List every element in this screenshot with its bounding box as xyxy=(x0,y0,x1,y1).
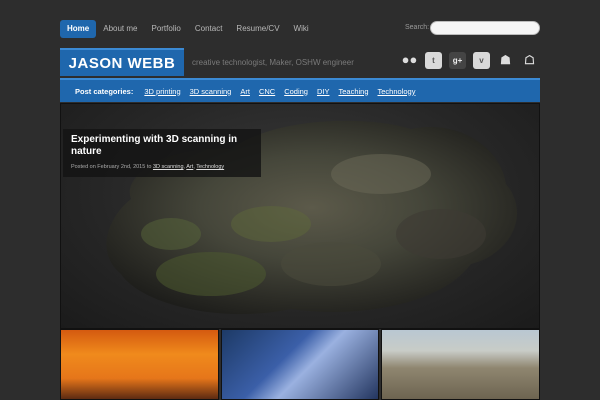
nav-about-me[interactable]: About me xyxy=(96,20,144,38)
category-link[interactable]: 3D scanning xyxy=(190,87,232,96)
post-meta: Posted on February 2nd, 2015 to 3D scann… xyxy=(71,164,225,170)
post-thumbnails xyxy=(60,329,541,400)
category-link[interactable]: Art xyxy=(240,87,250,96)
category-link[interactable]: 3D printing xyxy=(144,87,180,96)
nav-wiki[interactable]: Wiki xyxy=(287,20,316,38)
category-link[interactable]: Teaching xyxy=(338,87,368,96)
post-date: Posted on February 2nd, 2015 to xyxy=(71,164,152,170)
post-thumbnail[interactable] xyxy=(381,329,541,400)
featured-post[interactable]: Experimenting with 3D scanning in nature… xyxy=(60,103,540,329)
category-bar: Post categories: 3D printing 3D scanning… xyxy=(60,78,540,102)
category-link[interactable]: CNC xyxy=(259,87,275,96)
search-label: Search: xyxy=(405,24,430,31)
category-label: Post categories: xyxy=(75,86,134,96)
post-thumbnail[interactable] xyxy=(220,329,380,400)
post-category-link[interactable]: Art xyxy=(186,164,193,170)
site-tagline: creative technologist, Maker, OSHW engin… xyxy=(192,58,354,67)
main-nav: Home About me Portfolio Contact Resume/C… xyxy=(60,20,316,38)
site-header: JASON WEBB creative technologist, Maker,… xyxy=(60,48,540,76)
nav-home[interactable]: Home xyxy=(60,20,97,38)
category-link[interactable]: Coding xyxy=(284,87,308,96)
post-thumbnail[interactable] xyxy=(60,329,219,400)
post-category-link[interactable]: Technology xyxy=(196,164,224,170)
post-title[interactable]: Experimenting with 3D scanning in nature xyxy=(71,134,253,158)
twitter-icon[interactable]: t xyxy=(425,52,442,69)
post-category-link[interactable]: 3D scanning xyxy=(153,164,184,170)
post-caption: Experimenting with 3D scanning in nature… xyxy=(63,129,261,177)
social-links: ●● t g+ v ☗ ☖ xyxy=(401,52,538,69)
flickr-icon[interactable]: ●● xyxy=(401,52,418,69)
category-link[interactable]: DIY xyxy=(317,87,330,96)
category-link[interactable]: Technology xyxy=(378,87,416,96)
nav-contact[interactable]: Contact xyxy=(188,20,230,38)
nav-resume[interactable]: Resume/CV xyxy=(229,20,286,38)
vimeo-icon[interactable]: v xyxy=(473,52,490,69)
nav-portfolio[interactable]: Portfolio xyxy=(144,20,187,38)
search-input[interactable] xyxy=(430,21,540,35)
site-logo[interactable]: JASON WEBB xyxy=(60,48,184,76)
google-plus-icon[interactable]: g+ xyxy=(449,52,466,69)
github-icon[interactable]: ☗ xyxy=(497,52,514,69)
android-icon[interactable]: ☖ xyxy=(521,52,538,69)
